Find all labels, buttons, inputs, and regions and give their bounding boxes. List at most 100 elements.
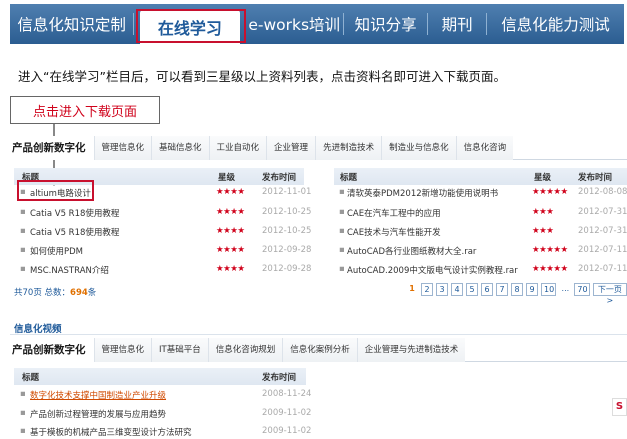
panel2-tabs: 产品创新数字化 管理信息化 IT基础平台 信息化咨询规划 信息化案例分析 企业管… xyxy=(10,337,627,362)
table-row[interactable]: ▪ CAE技术与汽车性能开发 ★★★ 2012-07-31 xyxy=(334,222,627,241)
table-row[interactable]: ▪ 产品创新过程管理的发展与应用趋势 2009-11-02 xyxy=(14,404,311,423)
row-date: 2012-10-25 xyxy=(262,207,312,217)
table-row[interactable]: ▪ CAE在汽车工程中的应用 ★★★ 2012-07-31 xyxy=(334,203,627,222)
table-row[interactable]: ▪ 清软英泰PDM2012新增功能使用说明书 ★★★★★ 2012-08-08 xyxy=(334,183,627,202)
table-row[interactable]: ▪ Catia V5 R18使用教程 ★★★★ 2012-10-25 xyxy=(14,203,311,222)
table-row[interactable]: ▪ 基于模板的机械产品三维变型设计方法研究 2009-11-02 xyxy=(14,422,311,439)
tab-it-case-analysis[interactable]: 信息化案例分析 xyxy=(282,337,357,362)
table-row[interactable]: ▪ AutoCAD各行业图纸教材大全.rar ★★★★★ 2012-07-11 xyxy=(334,241,627,260)
section-divider xyxy=(10,334,627,335)
floating-widget-icon[interactable]: S xyxy=(612,398,627,416)
row-title[interactable]: MSC.NASTRAN介绍 xyxy=(30,264,109,276)
star-rating: ★★★ xyxy=(532,226,554,236)
bullet-icon: ▪ xyxy=(339,207,345,217)
tab-it-consulting-planning[interactable]: 信息化咨询规划 xyxy=(207,337,283,362)
page-2[interactable]: 2 xyxy=(421,283,433,296)
header-title: 标题 xyxy=(340,173,358,183)
star-rating: ★★★★ xyxy=(216,207,245,217)
highlight-frame-item xyxy=(17,180,94,201)
pagination: 1 2 3 4 5 6 7 8 9 10 ... 70 下一页> xyxy=(406,283,627,305)
page-5[interactable]: 5 xyxy=(466,283,478,296)
page-7[interactable]: 7 xyxy=(496,283,508,296)
row-date: 2012-07-31 xyxy=(578,207,627,217)
page-70[interactable]: 70 xyxy=(574,283,590,296)
row-date: 2012-07-11 xyxy=(578,245,627,255)
bullet-icon: ▪ xyxy=(20,264,26,274)
header-stars: 星级 xyxy=(218,173,236,183)
row-date: 2009-11-02 xyxy=(262,408,312,418)
row-title[interactable]: AutoCAD.2009中文版电气设计实例教程.rar xyxy=(347,264,518,276)
row-title[interactable]: 基于模板的机械产品三维变型设计方法研究 xyxy=(30,426,192,438)
header-title: 标题 xyxy=(22,373,40,383)
row-date: 2012-11-01 xyxy=(262,187,312,197)
row-date: 2012-07-31 xyxy=(578,226,627,236)
star-rating: ★★★★★ xyxy=(532,264,568,274)
star-rating: ★★★★ xyxy=(216,187,245,197)
video-table-header: 标题 发布时间 xyxy=(14,368,306,385)
tab-industrial-automation[interactable]: 工业自动化 xyxy=(208,135,267,160)
tab-management-manufacturing[interactable]: 企业管理与先进制造技术 xyxy=(356,337,466,362)
star-rating: ★★★★★ xyxy=(532,245,568,255)
tab-enterprise-management[interactable]: 企业管理 xyxy=(266,135,316,160)
bullet-icon: ▪ xyxy=(20,408,26,418)
tab-management-it[interactable]: 管理信息化 xyxy=(93,337,152,362)
row-title[interactable]: 产品创新过程管理的发展与应用趋势 xyxy=(30,408,166,420)
row-date: 2009-11-02 xyxy=(262,426,312,436)
row-title[interactable]: 如何使用PDM xyxy=(30,245,83,257)
bullet-icon: ▪ xyxy=(20,389,26,399)
total-prefix: 共70页 总数： xyxy=(14,288,71,298)
total-suffix: 条 xyxy=(87,288,97,298)
row-title[interactable]: Catia V5 R18使用教程 xyxy=(30,226,119,238)
bullet-icon: ▪ xyxy=(339,187,345,197)
tab-it-consulting[interactable]: 信息化咨询 xyxy=(455,135,514,160)
row-date: 2012-10-25 xyxy=(262,226,312,236)
row-title[interactable]: 数字化技术支撑中国制造业产业升级 xyxy=(30,389,166,401)
page-10[interactable]: 10 xyxy=(541,283,557,296)
table-row[interactable]: ▪ 如何使用PDM ★★★★ 2012-09-28 xyxy=(14,241,311,260)
page-6[interactable]: 6 xyxy=(481,283,493,296)
row-date: 2012-09-28 xyxy=(262,264,312,274)
row-date: 2012-07-11 xyxy=(578,264,627,274)
bullet-icon: ▪ xyxy=(20,245,26,255)
header-date: 发布时间 xyxy=(578,173,613,183)
header-date: 发布时间 xyxy=(262,373,297,383)
page-3[interactable]: 3 xyxy=(436,283,448,296)
bullet-icon: ▪ xyxy=(20,426,26,436)
star-rating: ★★★ xyxy=(532,207,554,217)
star-rating: ★★★★ xyxy=(216,264,245,274)
page-4[interactable]: 4 xyxy=(451,283,463,296)
section-title-video[interactable]: 信息化视频 xyxy=(14,321,62,335)
tab-manufacturing-it[interactable]: 制造业与信息化 xyxy=(381,135,456,160)
page-1[interactable]: 1 xyxy=(406,283,418,296)
header-stars: 星级 xyxy=(534,173,552,183)
tab-product-innovation[interactable]: 产品创新数字化 xyxy=(10,135,94,160)
bullet-icon: ▪ xyxy=(339,264,345,274)
row-title[interactable]: CAE在汽车工程中的应用 xyxy=(347,207,441,219)
row-date: 2012-09-28 xyxy=(262,245,312,255)
star-rating: ★★★★★ xyxy=(532,187,568,197)
table-row[interactable]: ▪ Catia V5 R18使用教程 ★★★★ 2012-10-25 xyxy=(14,222,311,241)
tab-basic-it[interactable]: 基础信息化 xyxy=(151,135,209,160)
tab-advanced-manufacturing[interactable]: 先进制造技术 xyxy=(315,135,382,160)
star-rating: ★★★★ xyxy=(216,245,245,255)
row-title[interactable]: 清软英泰PDM2012新增功能使用说明书 xyxy=(347,187,498,199)
next-page-button[interactable]: 下一页> xyxy=(592,283,627,305)
table-row[interactable]: ▪ MSC.NASTRAN介绍 ★★★★ 2012-09-28 xyxy=(14,260,311,279)
table-row[interactable]: ▪ 数字化技术支撑中国制造业产业升级 2008-11-24 xyxy=(14,385,311,404)
tab-management-it[interactable]: 管理信息化 xyxy=(93,135,152,160)
page-9[interactable]: 9 xyxy=(526,283,538,296)
bullet-icon: ▪ xyxy=(339,226,345,236)
tab-product-innovation[interactable]: 产品创新数字化 xyxy=(10,337,94,362)
row-title[interactable]: Catia V5 R18使用教程 xyxy=(30,207,119,219)
row-date: 2008-11-24 xyxy=(262,389,312,399)
page-ellipsis: ... xyxy=(559,283,572,296)
row-title[interactable]: CAE技术与汽车性能开发 xyxy=(347,226,441,238)
table-row[interactable]: ▪ AutoCAD.2009中文版电气设计实例教程.rar ★★★★★ 2012… xyxy=(334,260,627,279)
row-title[interactable]: AutoCAD各行业图纸教材大全.rar xyxy=(347,245,476,257)
page-8[interactable]: 8 xyxy=(511,283,523,296)
bullet-icon: ▪ xyxy=(339,245,345,255)
bullet-icon: ▪ xyxy=(20,207,26,217)
tab-it-platform[interactable]: IT基础平台 xyxy=(151,337,208,362)
bullet-icon: ▪ xyxy=(20,226,26,236)
total-number: 694 xyxy=(70,288,88,298)
